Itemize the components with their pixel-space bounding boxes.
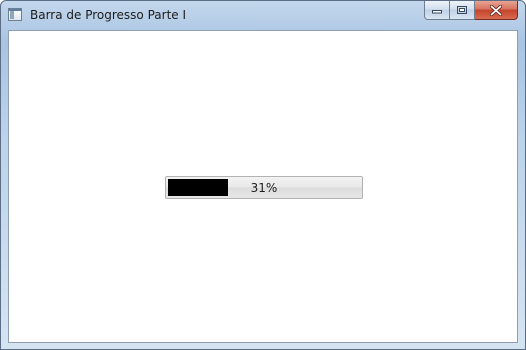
minimize-button[interactable] <box>424 1 450 20</box>
progress-bar: 31% <box>165 176 363 199</box>
progress-label: 31% <box>250 180 278 195</box>
caption-buttons <box>424 1 518 20</box>
window-title: Barra de Progresso Parte I <box>30 8 187 22</box>
close-icon <box>475 1 517 19</box>
close-button[interactable] <box>475 1 518 20</box>
title-bar[interactable]: Barra de Progresso Parte I <box>1 1 525 29</box>
minimize-icon <box>425 1 449 19</box>
progress-track: 31% <box>168 179 360 196</box>
maximize-icon <box>450 1 474 19</box>
application-window: Barra de Progresso Parte I 31% <box>0 0 526 350</box>
window-app-icon[interactable] <box>8 8 22 21</box>
window-client-area: 31% <box>8 30 518 343</box>
maximize-button[interactable] <box>450 1 475 20</box>
